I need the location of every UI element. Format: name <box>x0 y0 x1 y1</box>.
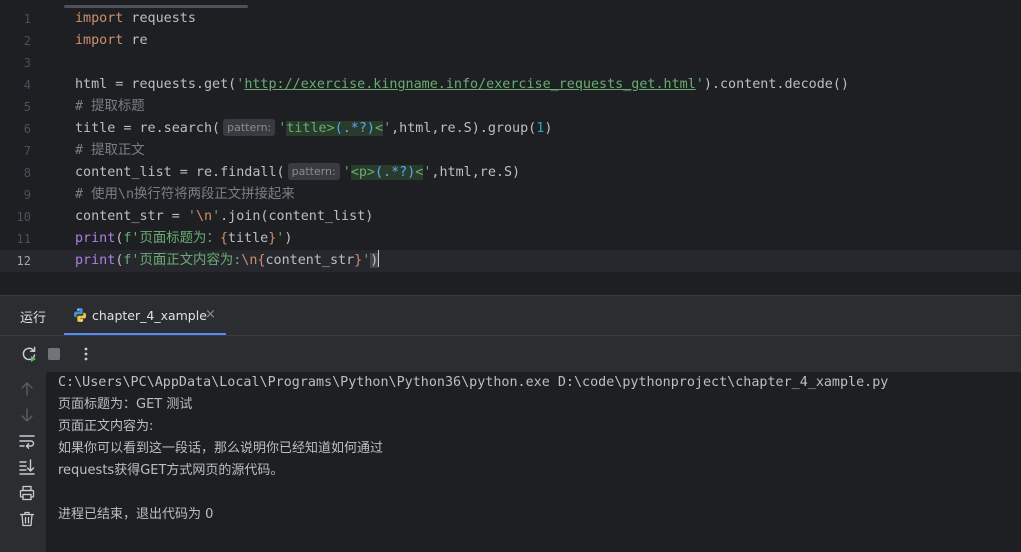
trash-icon[interactable] <box>18 510 36 528</box>
code-text: content_list = re.findall(pattern: '<p>(.… <box>75 163 521 180</box>
code-line[interactable]: 7 # 提取正文 <box>0 140 1021 162</box>
code-line[interactable]: 11 print(f'页面标题为：{title}') <box>0 228 1021 250</box>
code-line[interactable]: 9 # 使用\n换行符将两段正文拼接起来 <box>0 184 1021 206</box>
code-text: import requests <box>75 11 196 26</box>
code-line[interactable]: 2 import re <box>0 30 1021 52</box>
run-tab-label: chapter_4_xample <box>92 308 207 323</box>
line-number: 1 <box>23 12 31 26</box>
code-line[interactable]: 1 import requests <box>0 8 1021 30</box>
code-text: content_str = '\n'.join(content_list) <box>75 209 374 224</box>
console-line: 如果你可以看到这一段话，那么说明你已经知道如何通过 <box>58 441 384 456</box>
arrow-down-icon[interactable] <box>18 406 36 424</box>
code-text: html = requests.get('http://exercise.kin… <box>75 77 849 92</box>
code-line[interactable]: 5 # 提取标题 <box>0 96 1021 118</box>
line-number: 12 <box>16 254 31 268</box>
code-line[interactable]: 10 content_str = '\n'.join(content_list) <box>0 206 1021 228</box>
code-text: print(f'页面正文内容为:\n{content_str}') <box>75 250 380 272</box>
code-comment: # 使用\n换行符将两段正文拼接起来 <box>75 187 295 202</box>
code-comment: # 提取正文 <box>75 143 145 158</box>
run-toolbar <box>0 335 1021 372</box>
code-editor[interactable]: 1 import requests 2 import re 3 4 html =… <box>0 0 1021 295</box>
line-number: 8 <box>23 166 31 180</box>
close-icon[interactable]: × <box>205 307 216 322</box>
code-line[interactable]: 6 title = re.search(pattern:'title>(.*?)… <box>0 118 1021 140</box>
code-comment: # 提取标题 <box>75 99 145 114</box>
scroll-to-end-icon[interactable] <box>18 458 36 476</box>
code-text: import re <box>75 33 148 48</box>
line-number: 6 <box>23 122 31 136</box>
parameter-hint: pattern: <box>287 163 340 180</box>
code-text: print(f'页面标题为：{title}') <box>75 231 293 246</box>
code-line[interactable]: 4 html = requests.get('http://exercise.k… <box>0 74 1021 96</box>
rerun-icon[interactable] <box>20 345 38 363</box>
code-line[interactable]: 3 <box>0 52 1021 74</box>
more-icon[interactable] <box>77 345 95 363</box>
console-line: 进程已结束，退出代码为 0 <box>58 507 214 522</box>
console-side-toolbar <box>0 372 46 552</box>
code-line[interactable]: 8 content_list = re.findall(pattern: '<p>… <box>0 162 1021 184</box>
text-caret <box>378 250 380 267</box>
line-number: 10 <box>16 210 31 224</box>
python-icon <box>72 307 88 327</box>
line-number: 2 <box>23 34 31 48</box>
console-output[interactable]: C:\Users\PC\AppData\Local\Programs\Pytho… <box>46 372 1021 552</box>
line-number: 11 <box>16 232 31 246</box>
console-line: 页面正文内容为: <box>58 419 154 434</box>
line-number: 9 <box>23 188 31 202</box>
line-number: 7 <box>23 144 31 158</box>
stop-icon[interactable] <box>45 345 63 363</box>
soft-wrap-icon[interactable] <box>18 432 36 450</box>
console-line: 页面标题为：GET 测试 <box>58 397 193 412</box>
url-link[interactable]: http://exercise.kingname.info/exercise_r… <box>244 77 695 92</box>
code-text: title = re.search(pattern:'title>(.*?)<'… <box>75 119 553 136</box>
current-code-line[interactable]: 12 print(f'页面正文内容为:\n{content_str}') <box>0 250 1021 272</box>
line-number: 3 <box>23 56 31 70</box>
parameter-hint: pattern: <box>223 119 276 136</box>
console-line: C:\Users\PC\AppData\Local\Programs\Pytho… <box>58 375 889 390</box>
line-number: 4 <box>23 78 31 92</box>
console-line: requests获得GET方式网页的源代码。 <box>58 463 284 478</box>
line-number: 5 <box>23 100 31 114</box>
arrow-up-icon[interactable] <box>18 380 36 398</box>
run-panel-title: 运行 <box>20 311 47 326</box>
print-icon[interactable] <box>18 484 36 502</box>
run-panel-header: 运行 chapter_4_xample × <box>0 296 1021 335</box>
run-tab[interactable]: chapter_4_xample × <box>64 296 226 335</box>
